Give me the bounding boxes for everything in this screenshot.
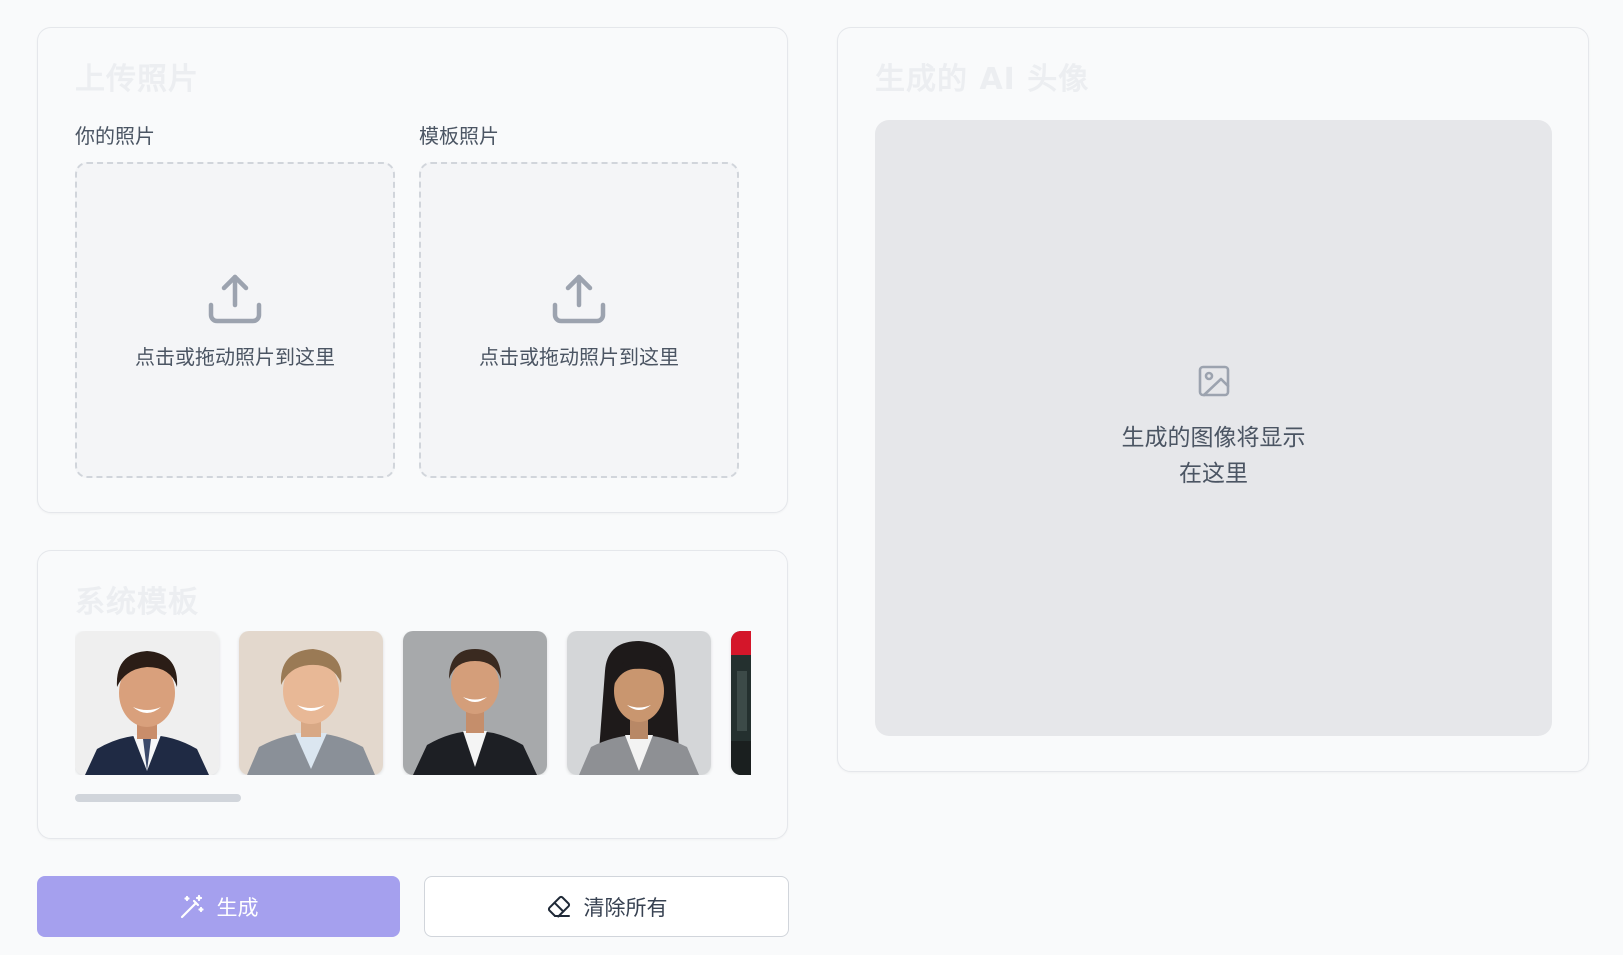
generated-avatar-card: 生成的 AI 头像 生成的图像将显示在这里	[837, 27, 1589, 772]
portrait-man-dark-suit-icon	[403, 631, 547, 775]
upload-photos-card: 上传照片 你的照片 模板照片 点击或拖动照片到这里 点击或拖动照片到这里	[37, 27, 788, 513]
portrait-man-grey-suit-icon	[239, 631, 383, 775]
template-thumbnail-strip[interactable]	[75, 631, 751, 775]
generate-button-label: 生成	[216, 895, 259, 920]
template-thumbnail[interactable]	[239, 631, 383, 775]
generated-image-area: 生成的图像将显示在这里	[875, 120, 1552, 736]
portrait-partial-red-icon	[731, 631, 751, 775]
template-thumbnail[interactable]	[403, 631, 547, 775]
upload-icon	[208, 274, 262, 323]
template-thumbnail[interactable]	[567, 631, 711, 775]
portrait-man-navy-suit-icon	[75, 631, 219, 775]
clear-all-button-label: 清除所有	[583, 895, 668, 920]
template-thumbnail[interactable]	[731, 631, 751, 775]
image-placeholder-icon	[1198, 365, 1229, 397]
result-card-title: 生成的 AI 头像	[875, 62, 1090, 97]
templates-card-title: 系统模板	[75, 585, 199, 620]
eraser-icon	[547, 895, 570, 917]
template-photo-dropzone-text: 点击或拖动照片到这里	[479, 344, 679, 369]
template-scrollbar-thumb[interactable]	[75, 794, 241, 802]
generated-image-placeholder-text: 生成的图像将显示在这里	[1121, 425, 1306, 487]
template-thumbnail[interactable]	[75, 631, 219, 775]
portrait-woman-grey-blazer-icon	[567, 631, 711, 775]
your-photo-label: 你的照片	[75, 124, 155, 148]
headshot-generator-page: 上传照片 你的照片 模板照片 点击或拖动照片到这里 点击或拖动照片到这里 系统模…	[0, 0, 1623, 955]
clear-all-button[interactable]: 清除所有	[424, 876, 789, 937]
magic-wand-icon	[180, 894, 204, 918]
template-photo-label: 模板照片	[419, 124, 499, 148]
template-scrollbar-track[interactable]	[75, 794, 751, 802]
template-photo-dropzone[interactable]: 点击或拖动照片到这里	[419, 162, 739, 478]
upload-icon	[552, 274, 606, 323]
upload-card-title: 上传照片	[75, 62, 199, 97]
your-photo-dropzone[interactable]: 点击或拖动照片到这里	[75, 162, 395, 478]
your-photo-dropzone-text: 点击或拖动照片到这里	[135, 344, 335, 369]
generate-button[interactable]: 生成	[37, 876, 400, 937]
system-templates-card: 系统模板	[37, 550, 788, 839]
